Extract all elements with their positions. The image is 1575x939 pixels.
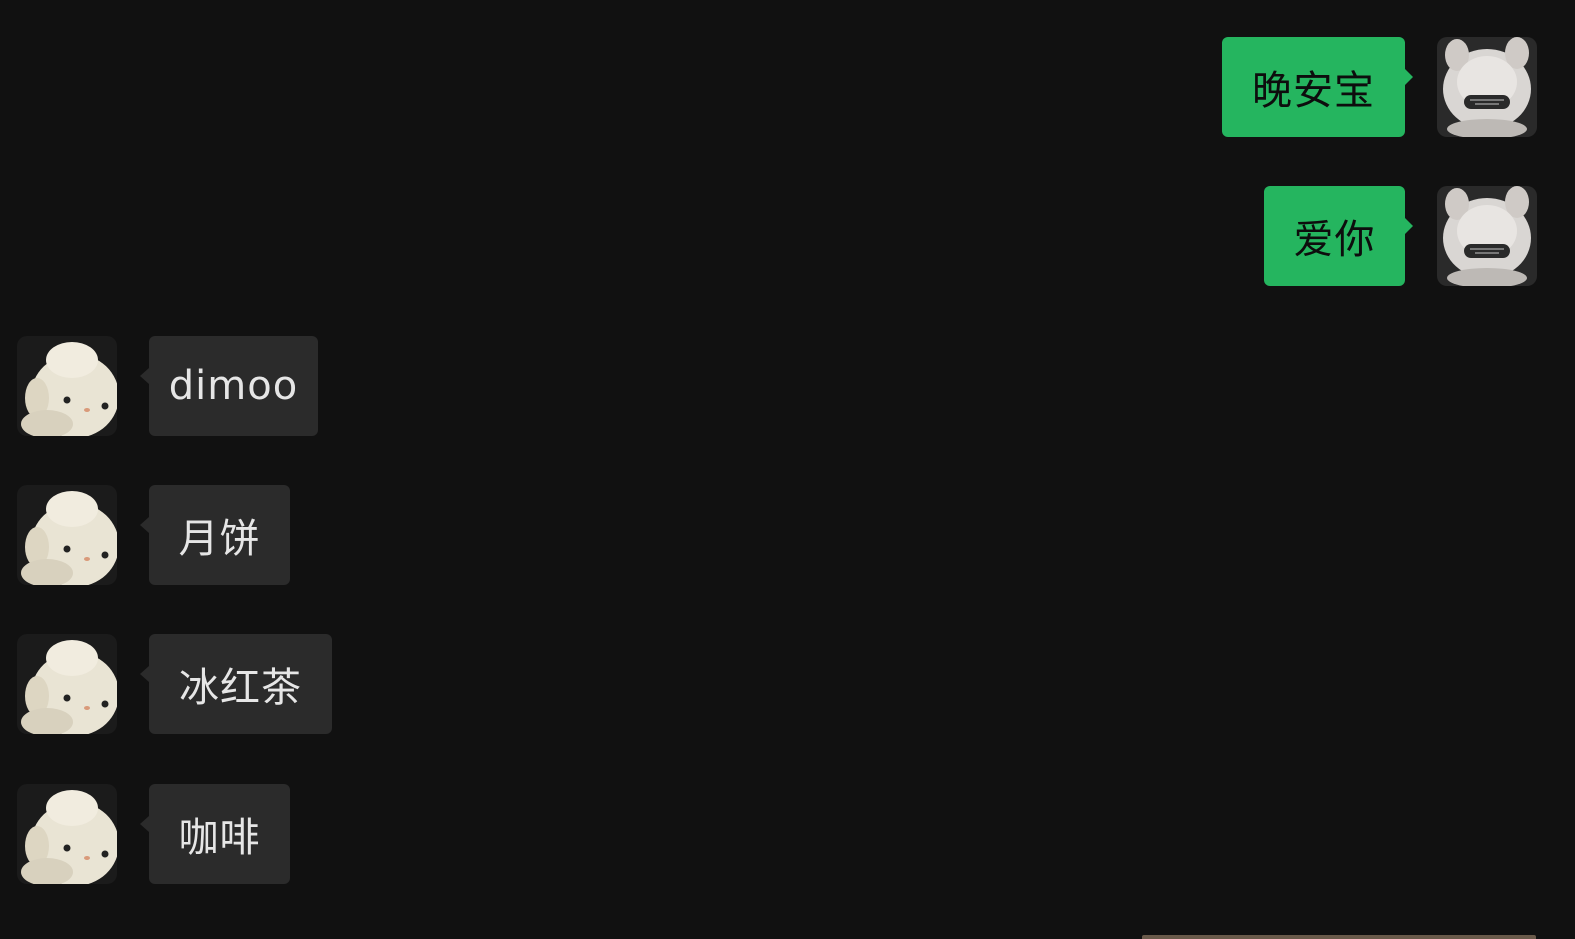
message-text: 月饼 <box>178 516 261 562</box>
contact-avatar[interactable] <box>17 634 117 734</box>
lamb-plush-avatar-image <box>17 485 117 585</box>
message-bubble-incoming[interactable]: 冰红茶 <box>140 634 332 734</box>
message-text: 咖啡 <box>178 815 261 861</box>
next-message-partial <box>1142 935 1536 939</box>
message-text: 爱你 <box>1293 217 1376 263</box>
contact-avatar[interactable] <box>17 485 117 585</box>
bubble-tail <box>140 816 149 832</box>
contact-avatar[interactable] <box>17 336 117 436</box>
message-row-incoming: dimoo <box>0 336 1575 436</box>
bubble-tail <box>140 517 149 533</box>
bubble-tail <box>1405 69 1413 85</box>
bubble-tail <box>140 368 149 384</box>
lamb-plush-avatar-image <box>17 784 117 884</box>
fluffy-toy-avatar-image <box>1437 37 1537 137</box>
contact-avatar[interactable] <box>17 784 117 884</box>
self-avatar[interactable] <box>1437 186 1537 286</box>
message-bubble-incoming[interactable]: dimoo <box>140 336 318 436</box>
bubble-tail <box>1405 218 1413 234</box>
chat-message-list[interactable]: 晚安宝 爱你 dimoo 月饼 冰红茶 咖啡 <box>0 0 1575 939</box>
message-bubble-outgoing[interactable]: 爱你 <box>1264 186 1413 286</box>
self-avatar[interactable] <box>1437 37 1537 137</box>
bubble-tail <box>140 666 149 682</box>
message-text: 晚安宝 <box>1252 68 1375 114</box>
message-row-outgoing: 晚安宝 <box>0 37 1575 137</box>
lamb-plush-avatar-image <box>17 336 117 436</box>
message-row-incoming: 冰红茶 <box>0 634 1575 734</box>
message-bubble-incoming[interactable]: 月饼 <box>140 485 290 585</box>
message-bubble-outgoing[interactable]: 晚安宝 <box>1222 37 1413 137</box>
lamb-plush-avatar-image <box>17 634 117 734</box>
fluffy-toy-avatar-image <box>1437 186 1537 286</box>
message-row-incoming: 咖啡 <box>0 784 1575 884</box>
message-row-incoming: 月饼 <box>0 485 1575 585</box>
message-text: 冰红茶 <box>179 665 302 711</box>
message-text: dimoo <box>168 363 299 409</box>
message-row-outgoing: 爱你 <box>0 186 1575 286</box>
message-bubble-incoming[interactable]: 咖啡 <box>140 784 290 884</box>
